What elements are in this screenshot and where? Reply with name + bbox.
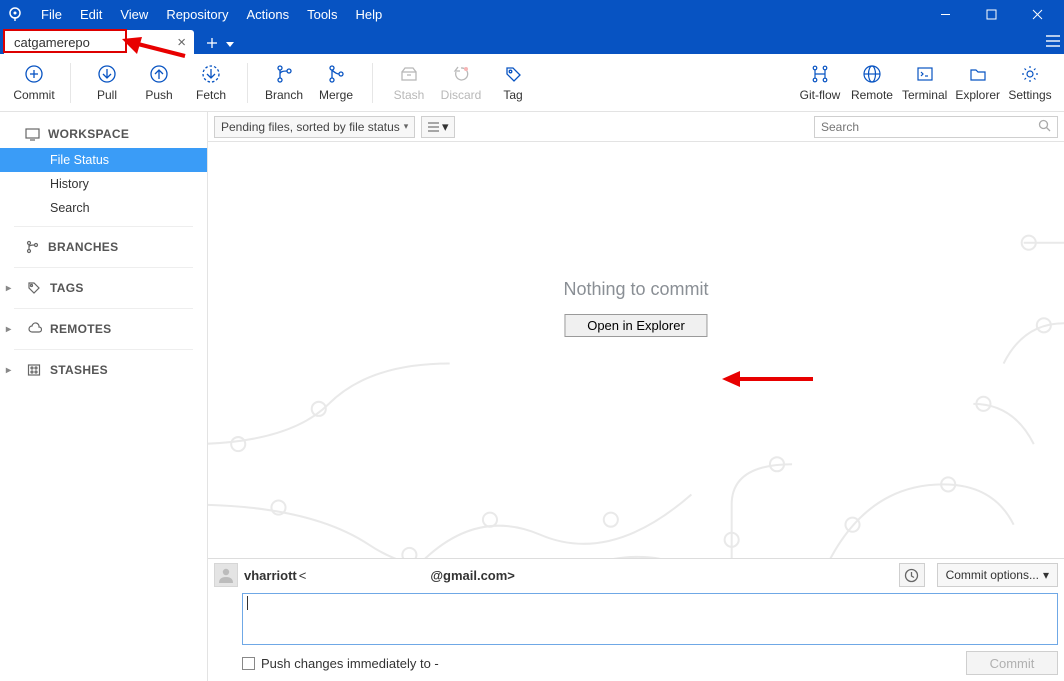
commit-pane: vharriott < @gmail.com> Commit options..… <box>208 558 1064 681</box>
push-icon <box>148 63 170 85</box>
monitor-icon <box>24 126 40 142</box>
main-area: Pending files, sorted by file status ▾ ▾ <box>208 112 1064 681</box>
branch-icon <box>24 239 40 255</box>
maximize-button[interactable] <box>968 0 1014 28</box>
commit-submit-button[interactable]: Commit <box>966 651 1058 675</box>
menu-edit[interactable]: Edit <box>71 3 111 26</box>
new-tab-button[interactable] <box>204 35 220 51</box>
chevron-right-icon: ▸ <box>6 365 18 376</box>
file-sort-dropdown[interactable]: Pending files, sorted by file status ▾ <box>214 116 415 138</box>
app-icon <box>6 5 24 23</box>
pull-button[interactable]: Pull <box>81 56 133 110</box>
cloud-icon <box>26 321 42 337</box>
merge-button[interactable]: Merge <box>310 56 362 110</box>
open-in-explorer-button[interactable]: Open in Explorer <box>564 314 708 337</box>
commit-options-dropdown[interactable]: Commit options... ▾ <box>937 563 1058 587</box>
menu-help[interactable]: Help <box>346 3 391 26</box>
sidebar-item-history[interactable]: History <box>0 172 207 196</box>
settings-button[interactable]: Settings <box>1004 56 1056 110</box>
clock-icon <box>904 568 919 583</box>
tag-icon <box>502 63 524 85</box>
remote-button[interactable]: Remote <box>846 56 898 110</box>
tag-icon <box>26 280 42 296</box>
commit-message-input[interactable] <box>242 593 1058 645</box>
remotes-header[interactable]: ▸ REMOTES <box>0 315 207 343</box>
discard-icon <box>450 63 472 85</box>
commit-button[interactable]: Commit <box>8 56 60 110</box>
close-icon[interactable]: × <box>177 34 186 51</box>
hamburger-icon[interactable] <box>1042 30 1064 52</box>
search-input[interactable] <box>814 116 1058 138</box>
close-button[interactable] <box>1014 0 1060 28</box>
menu-repository[interactable]: Repository <box>157 3 237 26</box>
menu-file[interactable]: File <box>32 3 71 26</box>
branch-icon <box>273 63 295 85</box>
workspace-header[interactable]: WORKSPACE <box>0 120 207 148</box>
minimize-button[interactable] <box>922 0 968 28</box>
branch-button[interactable]: Branch <box>258 56 310 110</box>
menu-bar: File Edit View Repository Actions Tools … <box>0 0 1064 28</box>
branches-header[interactable]: BRANCHES <box>0 233 207 261</box>
window-controls <box>922 0 1060 28</box>
commit-history-button[interactable] <box>899 563 925 587</box>
view-mode-button[interactable]: ▾ <box>421 116 455 138</box>
avatar <box>214 563 238 587</box>
background-decoration <box>208 142 1064 558</box>
chevron-right-icon: ▸ <box>6 324 18 335</box>
commit-author: vharriott < @gmail.com> <box>244 568 515 583</box>
push-immediately-label: Push changes immediately to - <box>261 656 439 671</box>
menu-actions[interactable]: Actions <box>237 3 298 26</box>
sidebar-item-file-status[interactable]: File Status <box>0 148 207 172</box>
pull-icon <box>96 63 118 85</box>
tab-label: catgamerepo <box>14 35 90 50</box>
gitflow-button[interactable]: Git-flow <box>794 56 846 110</box>
stash-icon <box>26 362 42 378</box>
tab-bar: catgamerepo × <box>0 28 1064 54</box>
explorer-icon <box>967 63 989 85</box>
tab-repo[interactable]: catgamerepo × <box>4 30 194 54</box>
search-icon <box>1038 119 1051 135</box>
terminal-icon <box>914 63 936 85</box>
commit-icon <box>23 63 45 85</box>
stashes-header[interactable]: ▸ STASHES <box>0 356 207 384</box>
sidebar-item-search[interactable]: Search <box>0 196 207 220</box>
push-immediately-checkbox[interactable] <box>242 657 255 670</box>
discard-button[interactable]: Discard <box>435 56 487 110</box>
fetch-icon <box>200 63 222 85</box>
chevron-down-icon: ▾ <box>442 119 449 135</box>
terminal-button[interactable]: Terminal <box>898 56 951 110</box>
gitflow-icon <box>809 63 831 85</box>
gear-icon <box>1019 63 1041 85</box>
file-canvas: Nothing to commit Open in Explorer <box>208 142 1064 558</box>
tags-header[interactable]: ▸ TAGS <box>0 274 207 302</box>
filter-bar: Pending files, sorted by file status ▾ ▾ <box>208 112 1064 142</box>
explorer-button[interactable]: Explorer <box>951 56 1004 110</box>
stash-button[interactable]: Stash <box>383 56 435 110</box>
chevron-down-icon: ▾ <box>404 121 409 132</box>
menu-view[interactable]: View <box>111 3 157 26</box>
fetch-button[interactable]: Fetch <box>185 56 237 110</box>
remote-icon <box>861 63 883 85</box>
tag-button[interactable]: Tag <box>487 56 539 110</box>
chevron-down-icon: ▾ <box>1043 568 1049 582</box>
chevron-right-icon: ▸ <box>6 283 18 294</box>
merge-icon <box>325 63 347 85</box>
tab-menu-caret[interactable] <box>226 36 240 51</box>
empty-title: Nothing to commit <box>563 279 708 300</box>
sidebar: WORKSPACE File Status History Search BRA… <box>0 112 208 681</box>
stash-icon <box>398 63 420 85</box>
toolbar: Commit Pull Push Fetch Branch Merge <box>0 54 1064 112</box>
push-button[interactable]: Push <box>133 56 185 110</box>
menu-tools[interactable]: Tools <box>298 3 346 26</box>
list-icon <box>428 122 439 132</box>
